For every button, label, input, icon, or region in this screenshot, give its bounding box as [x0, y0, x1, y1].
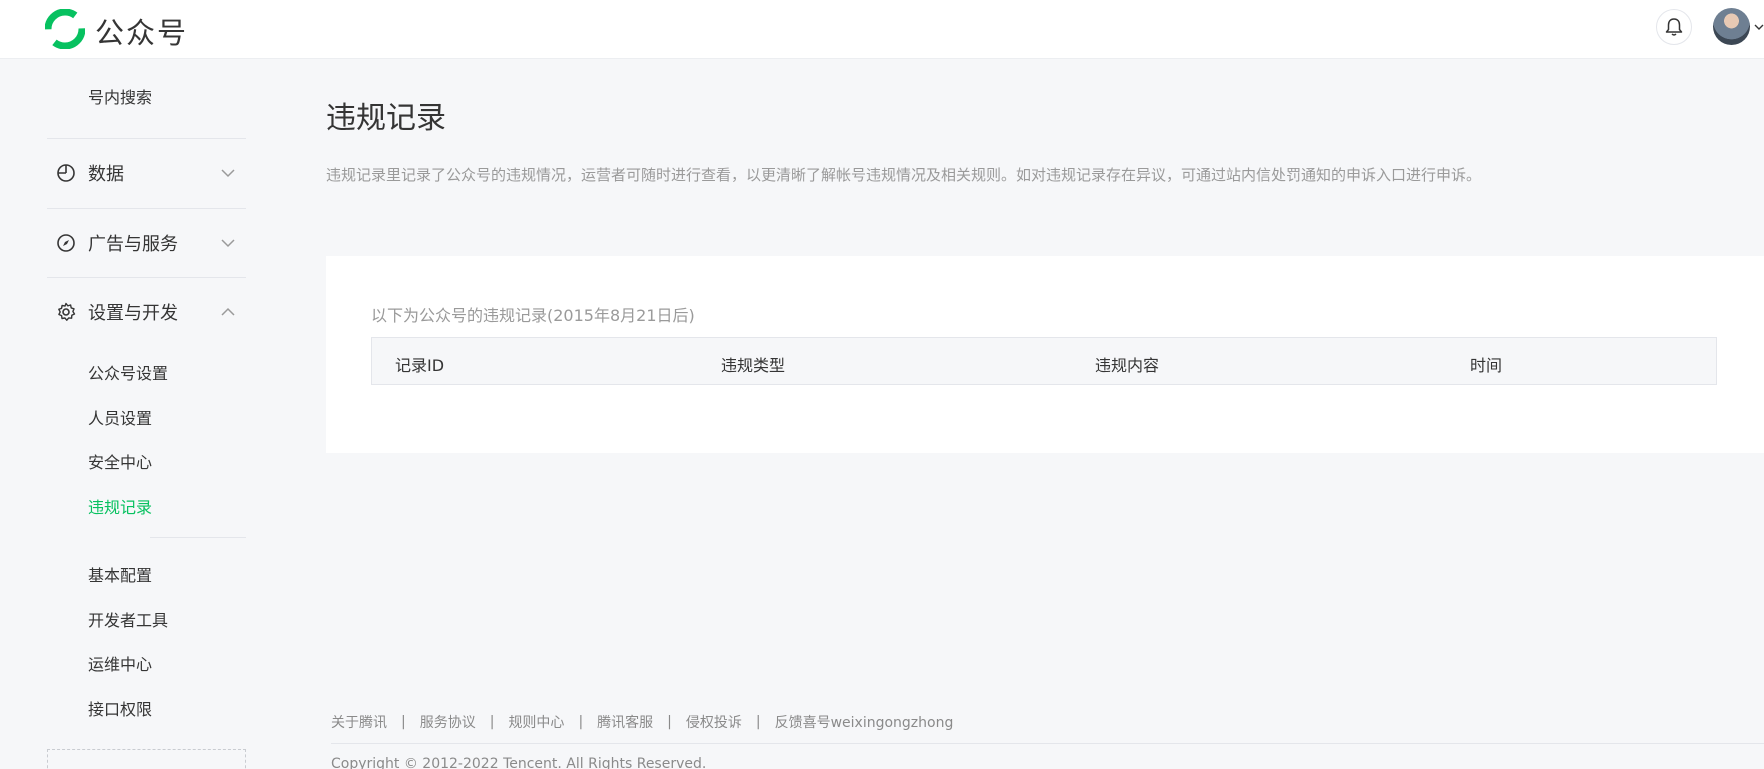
chevron-down-icon: [221, 239, 235, 248]
sidebar-group-label: 设置与开发: [88, 303, 178, 324]
sidebar-divider: [47, 277, 246, 278]
column-header-record-id: 记录ID: [395, 356, 445, 375]
footer-link-rules-center[interactable]: 规则中心: [508, 712, 564, 732]
footer-link-service-agreement[interactable]: 服务协议: [420, 712, 476, 732]
sidebar-divider: [47, 208, 246, 209]
page-description: 违规记录里记录了公众号的违规情况，运营者可随时进行查看，以更清晰了解帐号违规情况…: [326, 166, 1482, 184]
violation-records-card: 以下为公众号的违规记录(2015年8月21日后) 记录ID 违规类型 违规内容 …: [326, 256, 1764, 453]
sidebar-dashed-box[interactable]: [47, 749, 246, 769]
user-avatar[interactable]: [1713, 8, 1750, 45]
footer-link-about[interactable]: 关于腾讯: [331, 712, 387, 732]
column-header-time: 时间: [1470, 356, 1503, 375]
sidebar-group-label: 数据: [88, 164, 124, 185]
sidebar-group-label: 广告与服务: [88, 234, 178, 255]
gear-icon: [58, 302, 76, 321]
sidebar-group-settings[interactable]: 设置与开发: [56, 297, 246, 327]
sidebar: 号内搜索 数据 广告与服务 设置与开发 公众号设置 人员设置 安全中心 违规记录…: [0, 59, 290, 769]
copyright-text: Copyright © 2012-2022 Tencent. All Right…: [331, 756, 707, 769]
sidebar-item-ops-center[interactable]: 运维中心: [88, 651, 152, 675]
sidebar-item-basic-config[interactable]: 基本配置: [88, 562, 152, 586]
sidebar-divider: [150, 537, 246, 538]
footer-link-customer-service[interactable]: 腾讯客服: [597, 712, 653, 732]
sidebar-item-dev-tools[interactable]: 开发者工具: [88, 607, 168, 631]
sidebar-divider: [47, 138, 246, 139]
footer-separator: |: [578, 714, 584, 730]
chevron-down-icon[interactable]: [1754, 22, 1764, 32]
sidebar-item-account-settings[interactable]: 公众号设置: [88, 360, 168, 384]
footer-link-infringement[interactable]: 侵权投诉: [686, 712, 742, 732]
sidebar-item-search[interactable]: 号内搜索: [88, 84, 152, 108]
footer-separator: |: [755, 714, 761, 730]
column-header-violation-content: 违规内容: [1095, 356, 1160, 375]
notification-button[interactable]: [1656, 9, 1692, 45]
sidebar-item-security[interactable]: 安全中心: [88, 449, 152, 473]
sidebar-item-staff-settings[interactable]: 人员设置: [88, 405, 152, 429]
sidebar-item-api-permissions[interactable]: 接口权限: [88, 696, 152, 720]
table-caption: 以下为公众号的违规记录(2015年8月21日后): [371, 306, 695, 325]
page-title: 违规记录: [326, 101, 446, 136]
footer-separator: |: [489, 714, 495, 730]
footer-links: 关于腾讯 | 服务协议 | 规则中心 | 腾讯客服 | 侵权投诉 | 反馈喜号w…: [331, 712, 953, 732]
clock-chart-icon: [57, 164, 75, 182]
table-header: 记录ID 违规类型 违规内容 时间: [371, 337, 1717, 385]
wechat-logo-icon[interactable]: [45, 9, 85, 49]
footer-divider: [331, 743, 1764, 744]
footer-separator: |: [401, 714, 406, 730]
sidebar-group-ads[interactable]: 广告与服务: [56, 228, 246, 258]
brand-title[interactable]: 公众号: [95, 10, 188, 52]
compass-icon: [57, 234, 75, 252]
sidebar-group-data[interactable]: 数据: [56, 158, 246, 188]
bell-icon: [1665, 18, 1683, 36]
sidebar-item-violation-records[interactable]: 违规记录: [88, 494, 152, 518]
footer-separator: |: [667, 714, 672, 730]
chevron-up-icon: [221, 307, 235, 316]
column-header-violation-type: 违规类型: [721, 356, 786, 375]
chevron-down-icon: [221, 169, 235, 178]
footer-link-feedback[interactable]: 反馈喜号weixingongzhong: [775, 712, 954, 732]
top-header: 公众号: [0, 0, 1764, 59]
